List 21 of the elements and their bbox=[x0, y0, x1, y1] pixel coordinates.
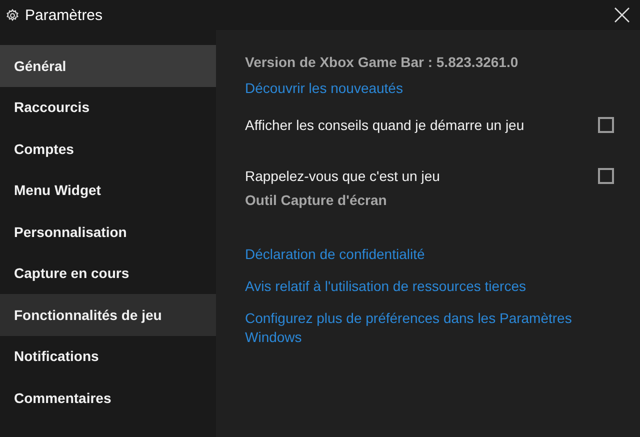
sidebar-item[interactable]: Menu Widget bbox=[0, 170, 216, 211]
sidebar-item[interactable]: Capture en cours bbox=[0, 252, 216, 294]
whats-new-link[interactable]: Découvrir les nouveautés bbox=[245, 80, 403, 96]
sidebar-item[interactable]: Général bbox=[0, 45, 216, 86]
sidebar-item[interactable]: Notifications bbox=[0, 336, 216, 377]
checkbox[interactable] bbox=[598, 117, 614, 133]
option-label: Afficher les conseils quand je démarre un jeu bbox=[245, 117, 524, 133]
sidebar-item[interactable]: Personnalisation bbox=[0, 211, 216, 252]
settings-link[interactable]: Déclaration de confidentialité bbox=[245, 245, 425, 264]
option-note: Outil Capture d'écran bbox=[245, 192, 388, 208]
sidebar-item[interactable]: Fonctionnalités de jeu bbox=[0, 294, 216, 336]
checkbox[interactable] bbox=[598, 168, 614, 184]
sidebar-item[interactable]: Comptes bbox=[0, 128, 216, 170]
window-title: Paramètres bbox=[25, 6, 104, 24]
sidebar-item[interactable]: Commentaires bbox=[0, 377, 216, 418]
settings-link[interactable]: Configurez plus de préférences dans les Paramètres Windows bbox=[245, 309, 585, 347]
settings-icon bbox=[6, 8, 19, 22]
version-text: Version de Xbox Game Bar : 5.823.3261.0 bbox=[245, 54, 520, 70]
option-label: Rappelez-vous que c'est un jeu bbox=[245, 168, 440, 184]
settings-link[interactable]: Avis relatif à l'utilisation de ressources tierces bbox=[245, 277, 526, 296]
sidebar-item[interactable]: Raccourcis bbox=[0, 86, 216, 128]
